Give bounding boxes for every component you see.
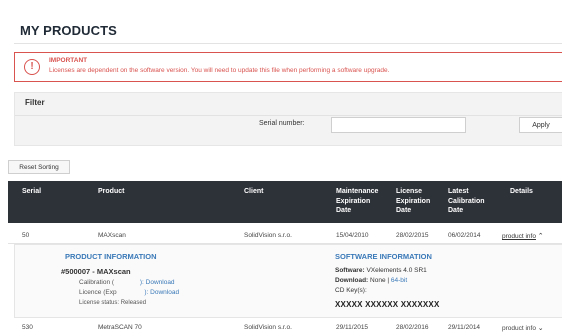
cell-maintenance: 29/11/2015 <box>336 324 369 331</box>
cell-serial: 530 <box>22 324 33 331</box>
cell-product: MAXscan <box>98 232 126 239</box>
column-latest-calibration[interactable]: Latest Calibration Date <box>448 187 490 216</box>
product-name: #500007 - MAXscan <box>61 267 131 276</box>
licence-label: Licence (Exp <box>79 289 117 296</box>
cell-license: 28/02/2016 <box>396 324 429 331</box>
column-client[interactable]: Client <box>244 187 263 197</box>
table-row: 530 MetraSCAN 70 SolidVision s.r.o. 29/1… <box>8 318 562 336</box>
licence-line: Licence (Exp ): Download <box>79 289 179 296</box>
table-row: 50 MAXscan SolidVision s.r.o. 15/04/2010… <box>8 226 562 244</box>
cd-keys-value: XXXXX XXXXXX XXXXXXX <box>335 300 440 309</box>
cell-calibration: 06/02/2014 <box>448 232 481 239</box>
column-license-expiration[interactable]: License Expiration Date <box>396 187 436 216</box>
chevron-down-icon[interactable]: ⌄ <box>538 325 544 332</box>
product-info-link[interactable]: product info <box>502 233 536 240</box>
cell-license: 28/02/2015 <box>396 232 429 239</box>
calibration-line: Calibration ( ): Download <box>79 279 175 286</box>
serial-number-label: Serial number: <box>259 120 305 127</box>
apply-button[interactable]: Apply <box>519 117 562 133</box>
download-separator: | <box>387 277 390 284</box>
cell-maintenance: 15/04/2010 <box>336 232 369 239</box>
cell-product: MetraSCAN 70 <box>98 324 142 331</box>
cell-client: SolidVision s.r.o. <box>244 232 292 239</box>
alert-text: Licenses are dependent on the software v… <box>49 67 390 74</box>
filter-divider <box>15 115 562 116</box>
product-info-toggle[interactable]: product info ⌃ <box>502 232 544 240</box>
reset-sorting-button[interactable]: Reset Sorting <box>8 160 70 174</box>
software-line: Software: VXelements 4.0 SR1 <box>335 267 427 274</box>
license-status: License status: Released <box>79 300 147 306</box>
product-info-panel: PRODUCT INFORMATION #500007 - MAXscan Ca… <box>14 244 562 318</box>
column-product[interactable]: Product <box>98 187 124 197</box>
software-information-title: SOFTWARE INFORMATION <box>335 252 432 261</box>
important-alert: ! IMPORTANT Licenses are dependent on th… <box>14 52 562 82</box>
filter-panel: Filter Serial number: Apply <box>14 92 562 146</box>
filter-title: Filter <box>25 98 45 107</box>
product-info-link[interactable]: product info <box>502 325 536 332</box>
cell-serial: 50 <box>22 232 30 239</box>
serial-number-input[interactable] <box>331 117 466 133</box>
software-value: VXelements 4.0 SR1 <box>366 267 427 274</box>
cell-calibration: 29/11/2014 <box>448 324 481 331</box>
table-header: Serial Product Client Maintenance Expira… <box>8 181 562 223</box>
calibration-download-link[interactable]: ): Download <box>140 279 175 286</box>
product-info-toggle[interactable]: product info ⌄ <box>502 324 544 332</box>
product-information-title: PRODUCT INFORMATION <box>65 252 157 261</box>
page-title: MY PRODUCTS <box>20 23 117 38</box>
calibration-label: Calibration ( <box>79 279 115 286</box>
download-64bit-link[interactable]: 64-bit <box>391 277 407 284</box>
column-serial[interactable]: Serial <box>22 187 41 197</box>
cell-client: SolidVision s.r.o. <box>244 324 292 331</box>
cd-keys-label: CD Key(s): <box>335 287 367 294</box>
column-maintenance-expiration[interactable]: Maintenance Expiration Date <box>336 187 386 216</box>
column-details: Details <box>510 188 533 195</box>
download-line: Download: None | 64-bit <box>335 277 407 284</box>
download-none: None <box>370 277 386 284</box>
exclamation-icon: ! <box>24 59 40 75</box>
download-label: Download: <box>335 277 369 284</box>
licence-download-link[interactable]: ): Download <box>144 289 179 296</box>
title-divider <box>14 43 562 44</box>
chevron-up-icon[interactable]: ⌃ <box>538 233 544 240</box>
software-label: Software: <box>335 267 365 274</box>
alert-title: IMPORTANT <box>49 57 88 64</box>
